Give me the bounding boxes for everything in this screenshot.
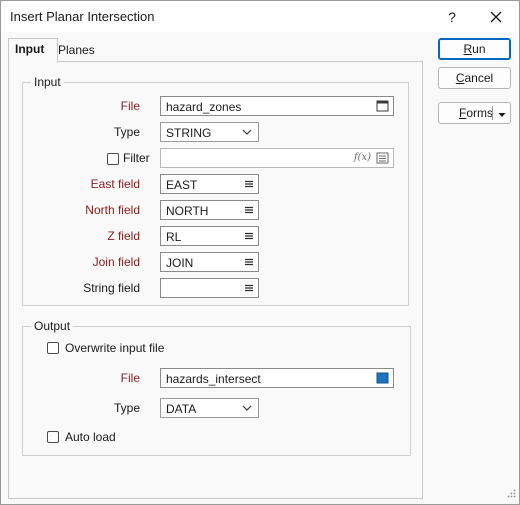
z-field-select[interactable]: RL xyxy=(160,226,259,246)
field-list-icon[interactable] xyxy=(244,256,254,271)
run-button[interactable]: Run xyxy=(438,38,511,60)
input-file-value: hazard_zones xyxy=(166,100,242,114)
north-field-label: North field xyxy=(85,203,140,217)
cancel-button-label: ancel xyxy=(464,71,494,85)
auto-load-checkbox[interactable] xyxy=(47,431,59,443)
forms-divider xyxy=(492,106,493,120)
filter-list-icon[interactable] xyxy=(376,152,389,167)
field-list-icon[interactable] xyxy=(244,282,254,297)
forms-dropdown-icon[interactable] xyxy=(497,107,507,127)
output-file-label: File xyxy=(120,371,140,385)
output-type-label: Type xyxy=(113,401,140,415)
field-list-icon[interactable] xyxy=(244,230,254,245)
help-button[interactable]: ? xyxy=(442,7,462,27)
overwrite-checkbox[interactable] xyxy=(47,342,59,354)
forms-button-label: orms xyxy=(466,106,494,120)
filter-field[interactable]: f(x) xyxy=(160,148,394,168)
tab-input[interactable]: Input xyxy=(8,38,58,63)
string-field-select[interactable] xyxy=(160,278,259,298)
join-field-value: JOIN xyxy=(166,256,194,270)
north-field-value: NORTH xyxy=(166,204,209,218)
resize-grip-icon[interactable] xyxy=(506,487,516,501)
input-file-label: File xyxy=(120,99,140,113)
filter-label: Filter xyxy=(123,151,150,165)
file-browse-icon[interactable] xyxy=(376,100,389,115)
input-group: Input File hazard_zones Type STRING Filt… xyxy=(22,75,409,306)
east-field-label: East field xyxy=(90,177,140,191)
file-browse-icon[interactable] xyxy=(376,372,389,387)
output-type-select[interactable]: DATA xyxy=(160,398,259,418)
east-field-value: EAST xyxy=(166,178,198,192)
close-icon xyxy=(490,11,502,23)
input-file-field[interactable]: hazard_zones xyxy=(160,96,394,116)
input-type-select[interactable]: STRING xyxy=(160,122,259,142)
run-button-label: un xyxy=(472,42,486,56)
z-field-label: Z field xyxy=(107,229,140,243)
output-group: Output Overwrite input file File hazards… xyxy=(22,319,411,456)
join-field-select[interactable]: JOIN xyxy=(160,252,259,272)
dialog-window: Insert Planar Intersection ? Input Plane… xyxy=(0,0,520,505)
join-field-label: Join field xyxy=(92,255,140,269)
expression-icon[interactable]: f(x) xyxy=(354,152,371,163)
output-type-value: DATA xyxy=(166,402,197,416)
title-bar: Insert Planar Intersection ? xyxy=(1,1,519,32)
tab-planes[interactable]: Planes xyxy=(52,40,101,61)
output-file-field[interactable]: hazards_intersect xyxy=(160,368,394,388)
auto-load-label: Auto load xyxy=(65,430,116,444)
input-type-label: Type xyxy=(113,125,140,139)
filter-checkbox[interactable] xyxy=(107,153,119,165)
forms-button[interactable]: Forms xyxy=(438,102,511,124)
run-button-accel: R xyxy=(463,42,473,56)
field-list-icon[interactable] xyxy=(244,178,254,193)
east-field-select[interactable]: EAST xyxy=(160,174,259,194)
north-field-select[interactable]: NORTH xyxy=(160,200,259,220)
input-group-title: Input xyxy=(31,75,64,89)
chevron-down-icon xyxy=(241,126,253,141)
cancel-button[interactable]: Cancel xyxy=(438,67,511,89)
input-type-value: STRING xyxy=(166,126,212,140)
string-field-label: String field xyxy=(83,281,140,295)
z-field-value: RL xyxy=(166,230,182,244)
overwrite-label: Overwrite input file xyxy=(65,341,165,355)
chevron-down-icon xyxy=(241,402,253,417)
field-list-icon[interactable] xyxy=(244,204,254,219)
tab-panel: Input File hazard_zones Type STRING Filt… xyxy=(8,61,423,499)
window-title: Insert Planar Intersection xyxy=(10,9,155,24)
output-group-title: Output xyxy=(31,319,74,333)
output-file-value: hazards_intersect xyxy=(166,372,261,386)
close-button[interactable] xyxy=(484,6,508,28)
